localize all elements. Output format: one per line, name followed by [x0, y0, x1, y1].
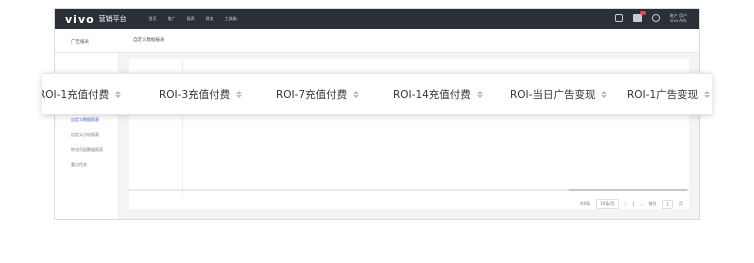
nav-promotion[interactable]: 推广: [168, 16, 176, 22]
sidebar-item-key-tasks[interactable]: 重点任务: [71, 162, 87, 168]
column-label: ROI-1充值付费: [42, 89, 110, 101]
column-label: ROI-当日广告变现: [510, 89, 596, 101]
brand-subtitle: 营销平台: [98, 15, 127, 23]
sort-icon[interactable]: [236, 91, 243, 98]
sub-header: 广告报表 自定义数据报表: [55, 29, 699, 53]
help-icon[interactable]: [651, 14, 660, 22]
sort-icon[interactable]: [353, 91, 360, 98]
sidebar-title: 广告报表: [71, 40, 89, 45]
sidebar-item-attribution-report[interactable]: 转化归因数据报表: [71, 147, 103, 153]
document-icon[interactable]: [614, 14, 623, 22]
column-label: ROI-14充值付费: [393, 89, 471, 101]
sort-icon[interactable]: [704, 91, 711, 98]
table-header-row: ROI-1充值付费 ROI-3充值付费 ROI-7充值付费 ROI-14充值付费…: [42, 73, 712, 115]
screen: vivo 营销平台 首页 推广 报表 财务 工具箱 账户 用户 vivo Ads…: [0, 0, 754, 263]
goto-label: 前往: [648, 201, 657, 206]
next-page-button[interactable]: ›: [641, 202, 643, 207]
nav-reports[interactable]: 报表: [187, 16, 195, 22]
column-header-roi-1-recharge[interactable]: ROI-1充值付费: [42, 87, 122, 102]
nav-toolbox[interactable]: 工具箱: [225, 16, 237, 22]
breadcrumb: 自定义数据报表: [133, 38, 165, 43]
column-header-roi-14-recharge[interactable]: ROI-14充值付费: [393, 87, 483, 102]
sort-icon[interactable]: [115, 91, 122, 98]
sidebar-item-custom-report[interactable]: 自定义数据报表: [71, 117, 99, 123]
column-header-roi-3-recharge[interactable]: ROI-3充值付费: [159, 87, 243, 102]
prev-page-button[interactable]: ‹: [625, 202, 627, 207]
nav-home[interactable]: 首页: [149, 16, 157, 22]
sidebar-item-analysis-report[interactable]: 自定义分析报表: [71, 132, 99, 138]
page-size-select[interactable]: 10条/页: [596, 199, 619, 209]
top-nav: 首页 推广 报表 财务 工具箱: [149, 16, 237, 22]
column-label: ROI-3充值付费: [159, 89, 231, 101]
column-header-roi-day-ad-revenue[interactable]: ROI-当日广告变现: [510, 87, 608, 102]
user-menu[interactable]: 账户 用户 vivo Ads: [670, 13, 687, 23]
page-suffix: 页: [679, 201, 683, 206]
nav-finance[interactable]: 财务: [206, 16, 214, 22]
column-label: ROI-7充值付费: [276, 89, 348, 101]
column-label: ROI-1广告变现: [627, 89, 699, 101]
total-count: 共0条: [579, 201, 591, 206]
notification-badge: [639, 11, 646, 15]
sort-icon[interactable]: [476, 91, 483, 98]
column-header-roi-1-ad-revenue[interactable]: ROI-1广告变现: [627, 87, 711, 102]
message-icon[interactable]: [632, 11, 646, 22]
sort-icon[interactable]: [601, 91, 608, 98]
user-account: vivo Ads: [669, 18, 687, 23]
top-right-actions: 账户 用户 vivo Ads: [614, 11, 687, 23]
current-page[interactable]: 1: [632, 202, 635, 207]
goto-page-input[interactable]: 1: [662, 199, 673, 209]
brand-logo[interactable]: vivo: [65, 13, 95, 26]
top-navbar: vivo 营销平台 首页 推广 报表 财务 工具箱 账户 用户 vivo Ads: [55, 9, 699, 29]
pagination: 共0条 10条/页 ‹ 1 › 前往 1 页: [580, 199, 683, 209]
column-header-roi-7-recharge[interactable]: ROI-7充值付费: [276, 87, 360, 102]
scrollbar-thumb[interactable]: [569, 189, 687, 191]
